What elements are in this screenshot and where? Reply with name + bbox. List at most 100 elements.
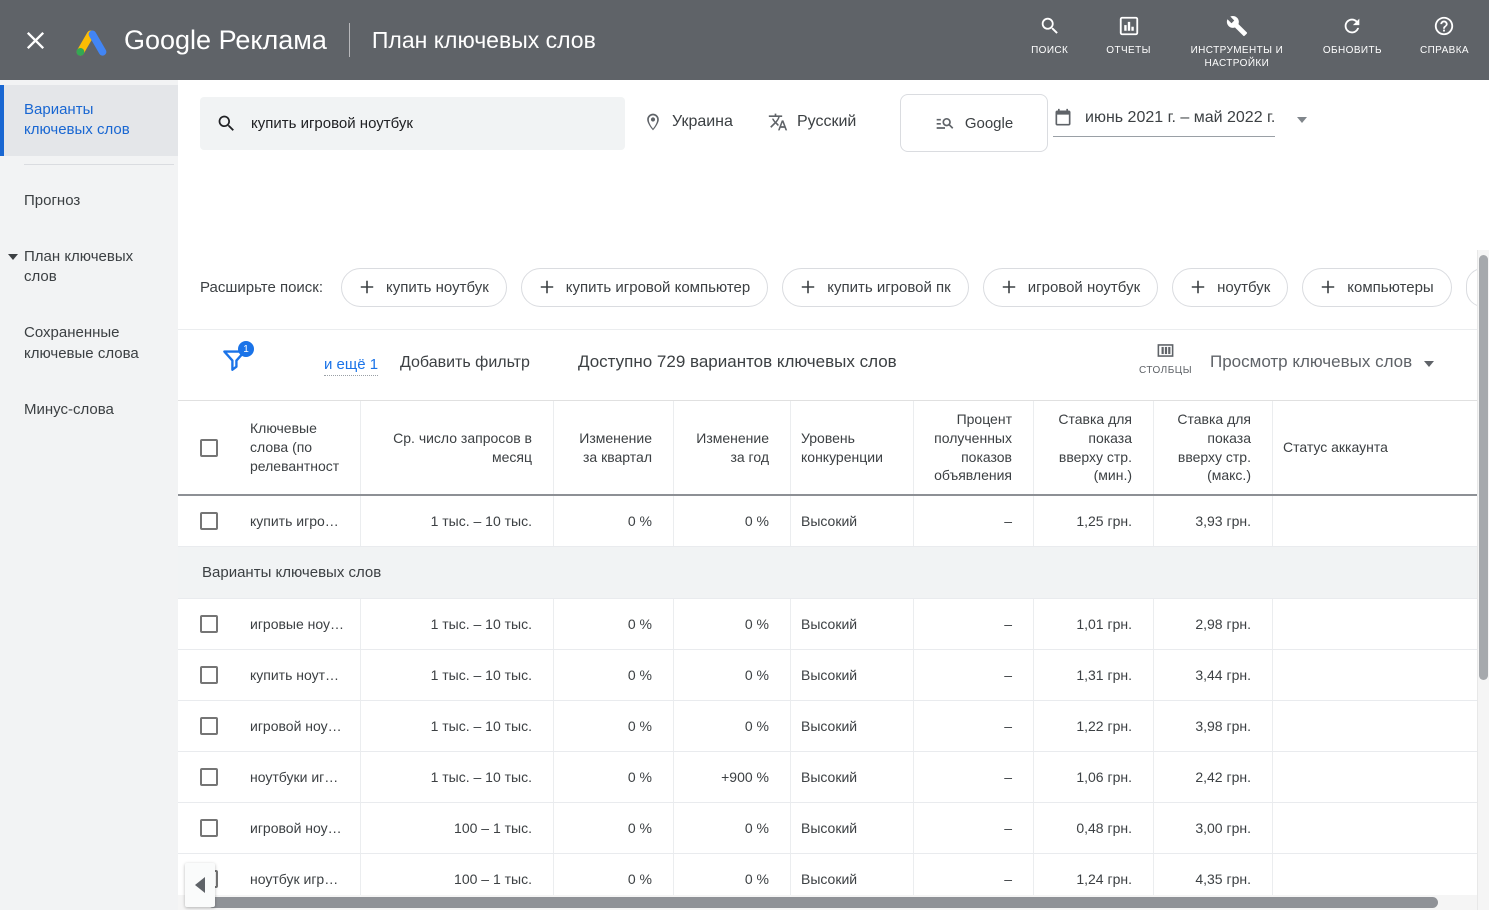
cell-searches: 1 тыс. – 10 тыс. xyxy=(360,752,553,802)
cell-change-year: 0 % xyxy=(673,496,790,546)
cell-bid-max: 3,44 грн. xyxy=(1153,650,1272,700)
topbar-divider xyxy=(349,23,350,57)
search-icon xyxy=(1039,15,1061,37)
plus-icon xyxy=(800,279,816,295)
wrench-icon xyxy=(1226,15,1248,37)
header-change-quarter[interactable]: Изменение за квартал xyxy=(553,401,673,494)
topbar: Google Реклама План ключевых слов ПОИСК … xyxy=(0,0,1489,80)
header-bid-min[interactable]: Ставка для показа вверху стр. (мин.) xyxy=(1033,401,1153,494)
row-checkbox-cell xyxy=(178,650,240,700)
keyword-chip[interactable]: купить игровой компьютер xyxy=(521,268,768,307)
add-filter-button[interactable]: Добавить фильтр xyxy=(400,354,530,372)
cell-keyword: игровой ноу… xyxy=(240,803,360,853)
cell-bid-min: 1,31 грн. xyxy=(1033,650,1153,700)
cell-competition: Высокий xyxy=(790,803,913,853)
select-all-checkbox[interactable] xyxy=(200,439,218,457)
main-content: Украина Русский Google июнь 2021 г. – ма… xyxy=(178,80,1489,910)
cell-bid-min: 0,48 грн. xyxy=(1033,803,1153,853)
location-selector[interactable]: Украина xyxy=(643,112,733,132)
table-row: игровой ноу…1 тыс. – 10 тыс.0 %0 %Высоки… xyxy=(178,701,1478,752)
row-checkbox[interactable] xyxy=(200,768,218,786)
refresh-icon xyxy=(1341,15,1363,37)
columns-icon xyxy=(1155,341,1176,360)
expand-search-label: Расширьте поиск: xyxy=(200,279,323,296)
vertical-scrollbar[interactable] xyxy=(1477,250,1489,910)
sidebar-item-negative-keywords[interactable]: Минус-слова xyxy=(0,382,178,438)
cell-impr-share: – xyxy=(913,650,1033,700)
cell-searches: 1 тыс. – 10 тыс. xyxy=(360,599,553,649)
plus-icon xyxy=(1320,279,1336,295)
date-range-value: июнь 2021 г. – май 2022 г. xyxy=(1085,109,1275,127)
keyword-chip[interactable]: ноутбук xyxy=(1172,268,1288,307)
refresh-button[interactable]: ОБНОВИТЬ xyxy=(1323,15,1382,57)
cell-keyword: купить ноут… xyxy=(240,650,360,700)
header-competition[interactable]: Уровень конкуренции xyxy=(790,401,913,494)
keyword-chip[interactable]: купить ноутбук xyxy=(341,268,507,307)
help-icon xyxy=(1433,15,1455,37)
date-range-selector[interactable]: июнь 2021 г. – май 2022 г. xyxy=(1053,108,1307,137)
keyword-chip[interactable]: компьютеры xyxy=(1302,268,1451,307)
translate-icon xyxy=(768,112,788,132)
sidebar-divider xyxy=(24,164,174,165)
view-selector[interactable]: Просмотр ключевых слов xyxy=(1210,352,1434,372)
sidebar-item-keyword-ideas[interactable]: Варианты ключевых слов xyxy=(0,85,178,156)
chevron-down-icon xyxy=(1297,117,1307,123)
header-impression-share[interactable]: Процент полученных показов объявления xyxy=(913,401,1033,494)
sidebar-item-keyword-plan[interactable]: План ключевых слов xyxy=(0,229,178,306)
header-change-year[interactable]: Изменение за год xyxy=(673,401,790,494)
cell-impr-share: – xyxy=(913,803,1033,853)
header-keyword[interactable]: Ключевые слова (по релевантност xyxy=(240,401,360,494)
keyword-search-input[interactable] xyxy=(251,115,609,132)
cell-competition: Высокий xyxy=(790,701,913,751)
keywords-table: Ключевые слова (по релевантност Ср. числ… xyxy=(178,400,1478,910)
header-avg-searches[interactable]: Ср. число запросов в месяц xyxy=(360,401,553,494)
more-filters-link[interactable]: и ещё 1 xyxy=(324,356,378,376)
cell-change-year: +900 % xyxy=(673,752,790,802)
sidebar-item-saved-keywords[interactable]: Сохраненные ключевые слова xyxy=(0,305,178,382)
table-row: ноутбуки иг…1 тыс. – 10 тыс.0 %+900 %Выс… xyxy=(178,752,1478,803)
toolbar-row: Украина Русский Google июнь 2021 г. – ма… xyxy=(178,80,1489,245)
cell-bid-max: 2,42 грн. xyxy=(1153,752,1272,802)
sidebar: Варианты ключевых слов Прогноз План ключ… xyxy=(0,80,178,910)
reports-action-button[interactable]: ОТЧЕТЫ xyxy=(1106,15,1151,57)
keyword-chip[interactable]: купить игровой пк xyxy=(782,268,969,307)
tools-settings-button[interactable]: ИНСТРУМЕНТЫ И НАСТРОЙКИ xyxy=(1189,15,1285,70)
columns-button[interactable]: СТОЛБЦЫ xyxy=(1128,341,1203,376)
header-account-status[interactable]: Статус аккаунта xyxy=(1272,401,1478,494)
header-bid-max[interactable]: Ставка для показа вверху стр. (макс.) xyxy=(1153,401,1272,494)
vertical-scrollbar-thumb[interactable] xyxy=(1479,255,1488,680)
scroll-left-button[interactable] xyxy=(185,863,215,907)
network-search-icon xyxy=(935,113,955,133)
keyword-chip[interactable]: игровой ноутбук xyxy=(983,268,1158,307)
language-selector[interactable]: Русский xyxy=(768,112,856,132)
horizontal-scrollbar[interactable] xyxy=(178,895,1478,910)
close-button[interactable] xyxy=(26,31,45,50)
table-row: игровой ноу…100 – 1 тыс.0 %0 %Высокий–0,… xyxy=(178,803,1478,854)
row-checkbox[interactable] xyxy=(200,717,218,735)
cell-change-quarter: 0 % xyxy=(553,701,673,751)
row-checkbox-cell xyxy=(178,701,240,751)
sidebar-item-forecast[interactable]: Прогноз xyxy=(0,173,178,229)
search-action-button[interactable]: ПОИСК xyxy=(1031,15,1068,57)
keyword-planner-app: Google Реклама План ключевых слов ПОИСК … xyxy=(0,0,1489,910)
row-checkbox-cell xyxy=(178,599,240,649)
row-checkbox[interactable] xyxy=(200,819,218,837)
cell-change-year: 0 % xyxy=(673,650,790,700)
keyword-search-box xyxy=(200,97,625,150)
horizontal-scrollbar-thumb[interactable] xyxy=(208,897,1438,908)
calendar-icon xyxy=(1053,108,1073,128)
filter-button[interactable]: 1 xyxy=(218,345,252,379)
row-checkbox[interactable] xyxy=(200,666,218,684)
help-button[interactable]: СПРАВКА xyxy=(1420,15,1469,57)
cell-keyword: ноутбуки иг… xyxy=(240,752,360,802)
table-row: игровые ноу…1 тыс. – 10 тыс.0 %0 %Высоки… xyxy=(178,599,1478,650)
expand-search-row: Расширьте поиск: купить ноутбук купить и… xyxy=(178,245,1489,330)
plus-icon xyxy=(1190,279,1206,295)
row-checkbox[interactable] xyxy=(200,615,218,633)
network-selector[interactable]: Google xyxy=(900,94,1048,152)
row-checkbox[interactable] xyxy=(200,512,218,530)
filter-bar: 1 и ещё 1 Добавить фильтр Доступно 729 в… xyxy=(178,330,1489,400)
cell-change-year: 0 % xyxy=(673,701,790,751)
cell-change-quarter: 0 % xyxy=(553,496,673,546)
search-icon xyxy=(216,113,237,134)
